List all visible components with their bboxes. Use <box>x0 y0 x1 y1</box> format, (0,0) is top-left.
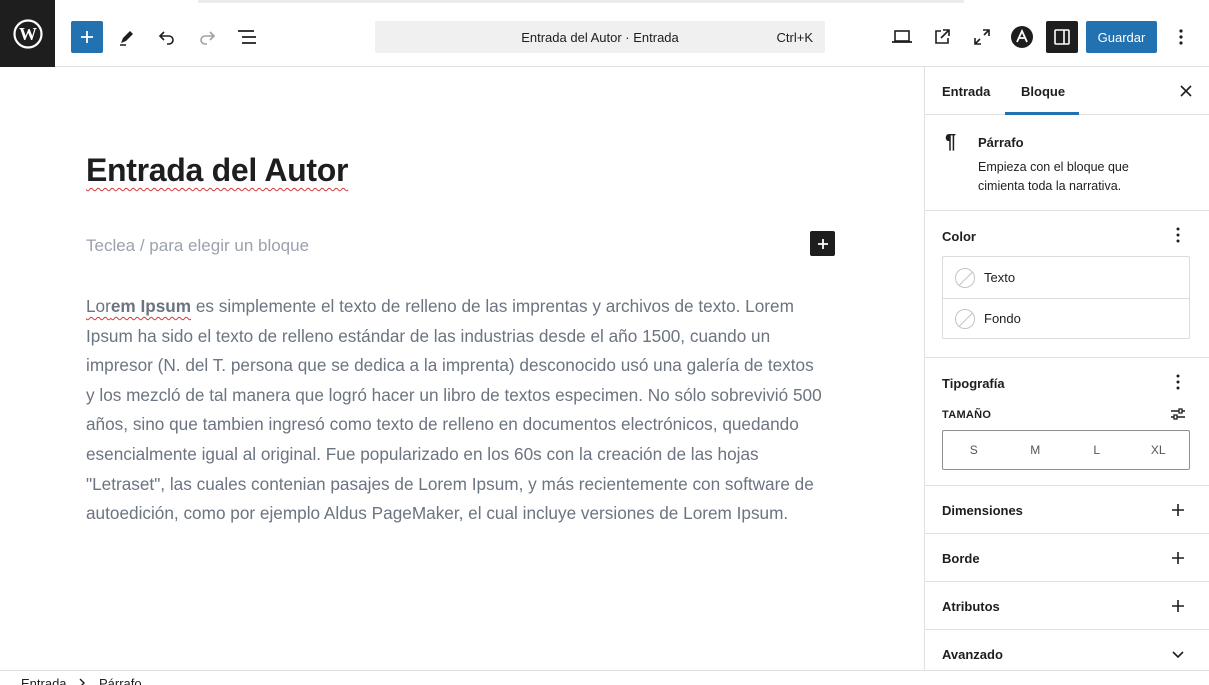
redo-icon[interactable] <box>191 21 223 53</box>
breadcrumb: Entrada Párrafo <box>0 670 1209 685</box>
edit-tool-icon[interactable] <box>111 21 143 53</box>
dimensions-panel-title: Dimensiones <box>942 503 1023 518</box>
inline-add-block-button[interactable] <box>810 231 835 256</box>
toolbar-top-line <box>198 0 964 3</box>
document-overview-icon[interactable] <box>231 21 263 53</box>
color-panel-title: Color <box>942 229 976 244</box>
expand-plus-icon[interactable] <box>1168 548 1188 568</box>
empty-swatch-icon <box>955 308 975 329</box>
wordpress-logo-icon[interactable]: W <box>0 0 55 67</box>
advanced-panel[interactable]: Avanzado <box>925 630 1209 670</box>
border-panel-title: Borde <box>942 551 980 566</box>
expand-plus-icon[interactable] <box>1168 596 1188 616</box>
tab-entrada[interactable]: Entrada <box>942 67 990 115</box>
breadcrumb-item-parrafo[interactable]: Párrafo <box>99 676 142 685</box>
color-options-icon[interactable] <box>1168 225 1188 245</box>
typography-panel: Tipografía TAMAÑO S M L XL <box>925 358 1209 486</box>
close-icon[interactable] <box>1176 81 1196 101</box>
fullscreen-icon[interactable] <box>966 21 998 53</box>
typography-panel-title: Tipografía <box>942 376 1005 391</box>
dimensions-panel[interactable]: Dimensiones <box>925 486 1209 534</box>
color-settings-box: Texto Fondo <box>942 256 1190 339</box>
block-placeholder[interactable]: Teclea / para elegir un bloque <box>86 236 309 256</box>
size-settings-icon[interactable] <box>1168 404 1188 424</box>
command-palette-bar[interactable]: Entrada del Autor · Entrada Ctrl+K <box>375 21 825 53</box>
color-panel: Color Texto Fondo <box>925 211 1209 358</box>
external-view-icon[interactable] <box>926 21 958 53</box>
color-item-background[interactable]: Fondo <box>943 298 1189 339</box>
typography-options-icon[interactable] <box>1168 372 1188 392</box>
font-size-option-m[interactable]: M <box>1005 431 1067 469</box>
advanced-panel-title: Avanzado <box>942 647 1003 662</box>
attributes-panel-title: Atributos <box>942 599 1000 614</box>
font-size-label: TAMAÑO <box>942 409 992 421</box>
color-item-label: Texto <box>984 270 1016 285</box>
block-description: Empieza con el bloque que cimienta toda … <box>978 160 1129 193</box>
font-size-picker: S M L XL <box>942 430 1190 470</box>
astra-logo-icon[interactable] <box>1006 21 1038 53</box>
font-size-option-l[interactable]: L <box>1066 431 1128 469</box>
border-panel[interactable]: Borde <box>925 534 1209 582</box>
settings-sidebar: Entrada Bloque ¶ Párrafo Empieza con el … <box>924 67 1209 670</box>
block-name: Párrafo <box>978 135 1024 150</box>
editor-toolbar: W Entrada del Autor · Entrada Ctrl+K Gua… <box>0 0 1209 67</box>
chevron-right-icon <box>78 676 86 685</box>
block-card: ¶ Párrafo Empieza con el bloque que cimi… <box>925 115 1209 211</box>
add-block-button[interactable] <box>71 21 103 53</box>
font-size-option-s[interactable]: S <box>943 431 1005 469</box>
editor-canvas: Entrada del Autor Teclea / para elegir u… <box>0 67 924 670</box>
sidebar-tabs: Entrada Bloque <box>925 67 1209 115</box>
expand-plus-icon[interactable] <box>1168 500 1188 520</box>
color-item-label: Fondo <box>984 311 1021 326</box>
settings-panel-toggle-icon[interactable] <box>1046 21 1078 53</box>
chevron-down-icon[interactable] <box>1168 644 1188 664</box>
font-size-option-xl[interactable]: XL <box>1128 431 1190 469</box>
attributes-panel[interactable]: Atributos <box>925 582 1209 630</box>
undo-icon[interactable] <box>151 21 183 53</box>
svg-text:W: W <box>19 24 37 44</box>
paragraph-lead-bold: em Ipsum <box>110 296 192 316</box>
document-title: Entrada del Autor · Entrada <box>521 30 679 45</box>
options-menu-icon[interactable] <box>1165 21 1197 53</box>
breadcrumb-item-entrada[interactable]: Entrada <box>21 676 67 685</box>
color-item-text[interactable]: Texto <box>943 257 1189 298</box>
paragraph-lead-plain: Lor <box>86 296 111 316</box>
shortcut-hint: Ctrl+K <box>776 30 813 45</box>
post-title[interactable]: Entrada del Autor <box>86 152 348 189</box>
desktop-preview-icon[interactable] <box>886 21 918 53</box>
empty-swatch-icon <box>955 267 975 288</box>
tab-bloque[interactable]: Bloque <box>1021 67 1065 115</box>
save-button[interactable]: Guardar <box>1086 21 1157 53</box>
paragraph-block[interactable]: Lorem Ipsum es simplemente el texto de r… <box>86 292 826 529</box>
paragraph-body: es simplemente el texto de relleno de la… <box>86 296 822 524</box>
paragraph-icon: ¶ <box>945 131 957 153</box>
